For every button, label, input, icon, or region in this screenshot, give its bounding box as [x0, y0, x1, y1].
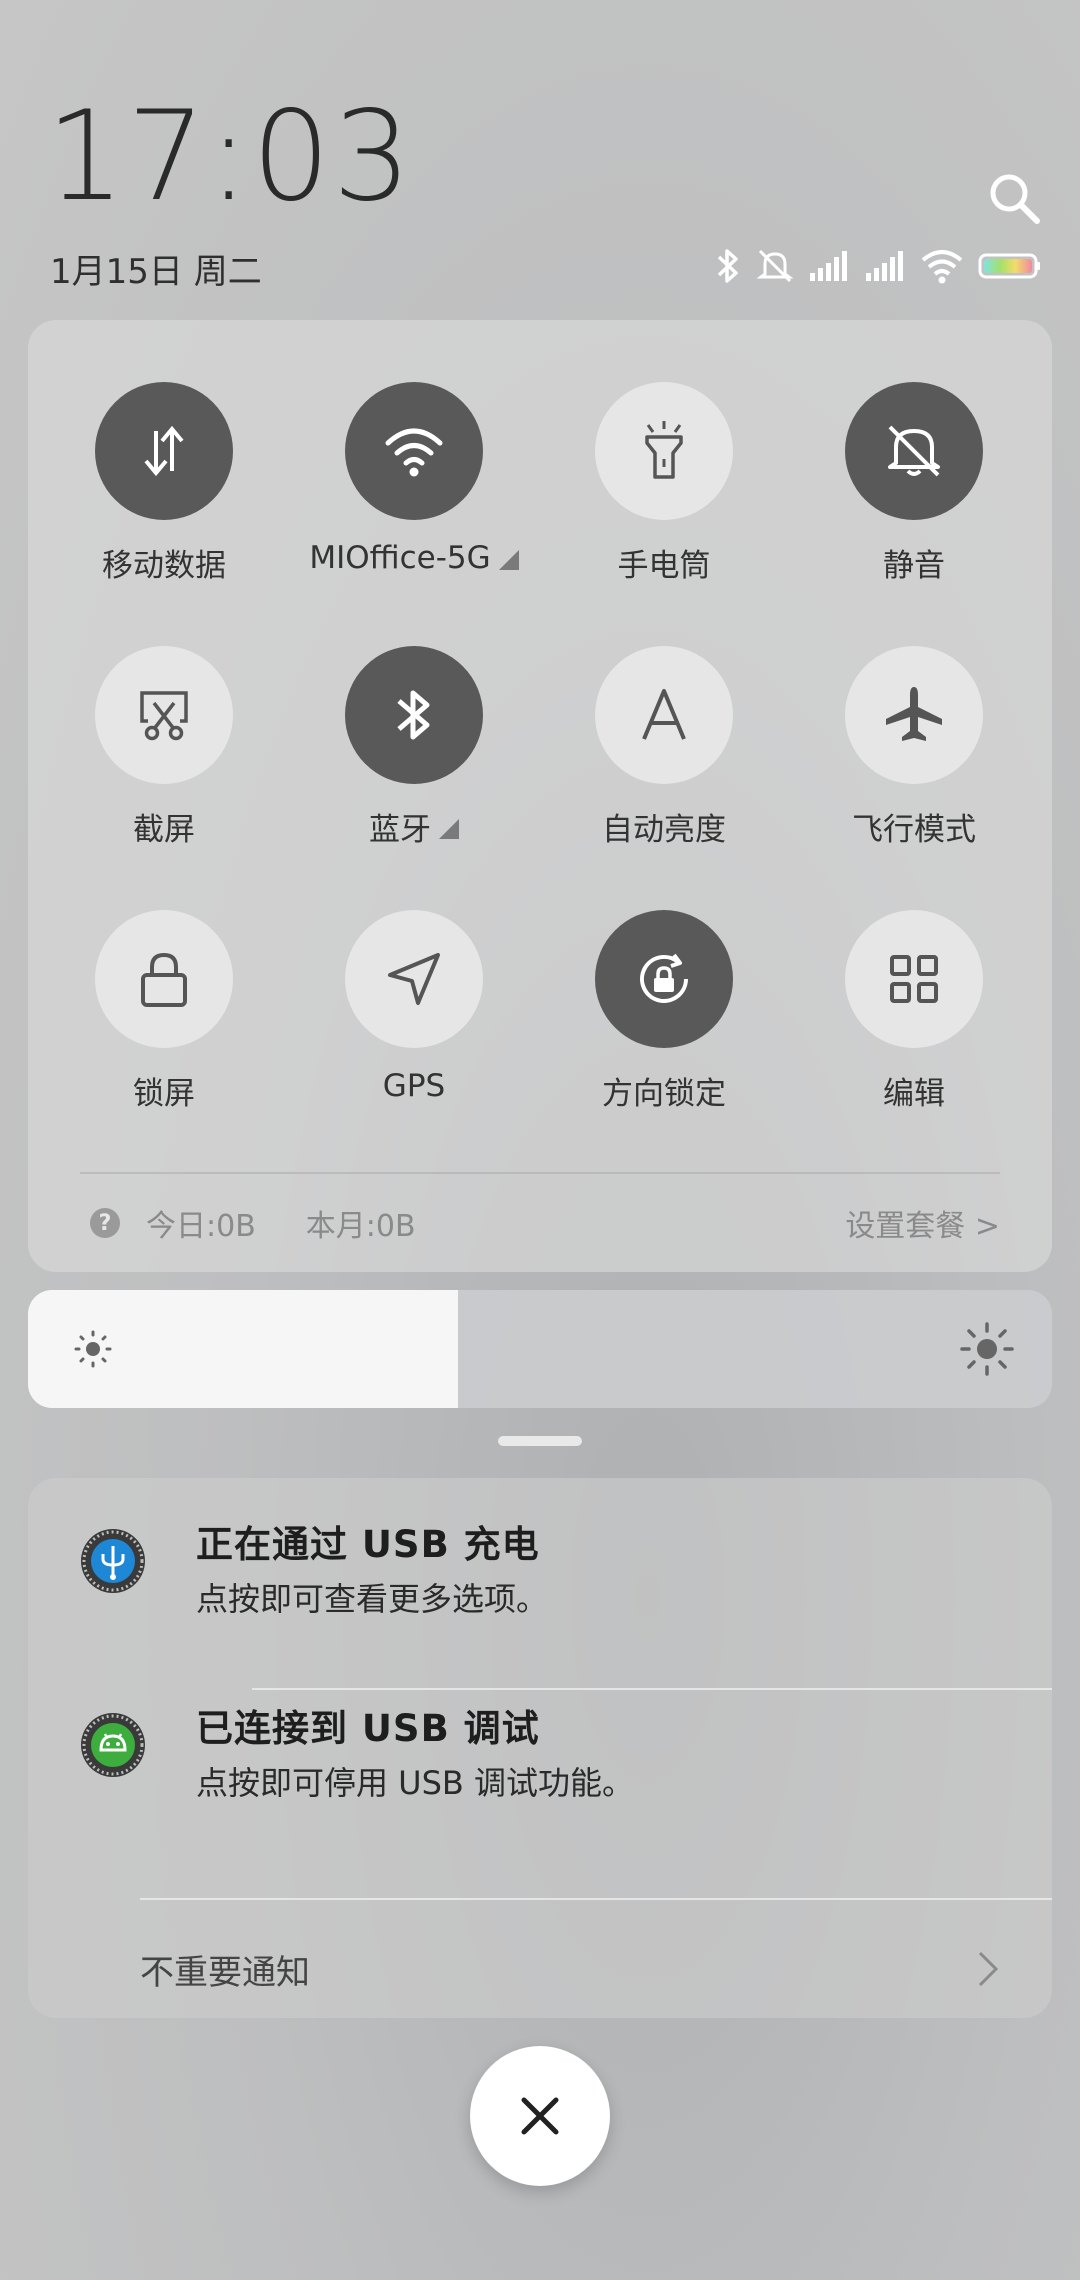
rotation-lock-icon [640, 953, 688, 1003]
help-icon[interactable]: ? [90, 1208, 120, 1238]
tile-wifi[interactable]: MIOffice-5G [304, 382, 524, 612]
tile-button[interactable] [345, 910, 483, 1048]
tile-button[interactable] [845, 382, 983, 520]
quick-settings-panel: 移动数据 MIOffice-5G 手电筒 静音 截屏 蓝牙 自动亮度 飞行模式 … [28, 320, 1052, 1272]
battery-icon [978, 252, 1042, 280]
tile-flashlight[interactable]: 手电筒 [554, 382, 774, 612]
tile-label: 编辑 [883, 1076, 945, 1112]
flashlight-icon [645, 421, 683, 479]
gps-icon [388, 953, 440, 1005]
tile-label: 静音 [883, 548, 945, 584]
signal-sim1-icon [808, 249, 850, 283]
close-icon [521, 2097, 559, 2135]
tile-label: 截屏 [133, 812, 195, 848]
brightness-slider[interactable] [28, 1290, 1052, 1408]
tile-bluetooth[interactable]: 蓝牙 [304, 646, 524, 876]
android-icon [81, 1713, 145, 1777]
tile-label: 飞行模式 [852, 812, 976, 848]
tile-button[interactable] [345, 646, 483, 784]
divider [140, 1898, 1052, 1900]
search-icon [990, 174, 1040, 224]
notification-usb-debugging[interactable]: 已连接到 USB 调试 点按即可停用 USB 调试功能。 [28, 1662, 1052, 1822]
tile-label: 蓝牙 [369, 804, 459, 849]
close-button[interactable] [470, 2046, 610, 2186]
notification-title: 正在通过 USB 充电 [196, 1523, 540, 1566]
tile-label: GPS [382, 1068, 446, 1104]
tile-label: 锁屏 [133, 1076, 195, 1112]
grid-icon [890, 955, 938, 1003]
brightness-low-icon [74, 1330, 112, 1368]
bluetooth-icon [714, 247, 742, 285]
tile-label: 手电筒 [617, 548, 711, 584]
wifi-icon [920, 248, 964, 284]
expand-arrow-icon[interactable] [439, 818, 459, 839]
tile-label: 自动亮度 [602, 812, 726, 848]
tile-edit[interactable]: 编辑 [804, 910, 1024, 1140]
minor-notifications-row[interactable]: 不重要通知 [140, 1938, 1000, 2000]
tile-airplane[interactable]: 飞行模式 [804, 646, 1024, 876]
signal-sim2-icon [864, 249, 906, 283]
notification-title: 已连接到 USB 调试 [196, 1707, 540, 1750]
clock: 17:03 [46, 85, 414, 229]
auto-brightness-icon [642, 689, 686, 740]
expand-arrow-icon[interactable] [498, 550, 519, 570]
tile-button[interactable] [595, 910, 733, 1048]
set-plan-link[interactable]: 设置套餐 > [845, 1201, 1000, 1245]
status-bar [714, 244, 1042, 288]
notification-text: 点按即可停用 USB 调试功能。 [196, 1764, 635, 1802]
screenshot-icon [140, 691, 188, 741]
mute-icon [756, 247, 794, 285]
tile-screenshot[interactable]: 截屏 [54, 646, 274, 876]
mobile-data-icon [144, 425, 184, 477]
tile-label: MIOffice-5G [309, 540, 519, 576]
tile-label: 移动数据 [102, 548, 226, 584]
chevron-right-icon [978, 1951, 999, 1987]
airplane-icon [886, 687, 942, 741]
drag-handle[interactable] [498, 1436, 582, 1446]
notification-panel: 正在通过 USB 充电 点按即可查看更多选项。 已连接到 USB 调试 点按即可… [28, 1478, 1052, 2018]
usb-icon [81, 1529, 145, 1593]
tile-mobile-data[interactable]: 移动数据 [54, 382, 274, 612]
notification-usb-charging[interactable]: 正在通过 USB 充电 点按即可查看更多选项。 [28, 1478, 1052, 1638]
notification-text: 点按即可查看更多选项。 [196, 1580, 549, 1618]
tile-gps[interactable]: GPS [304, 910, 524, 1140]
data-today: 今日:0B [146, 1209, 256, 1244]
brightness-high-icon [960, 1322, 1014, 1376]
tile-lock-screen[interactable]: 锁屏 [54, 910, 274, 1140]
tile-button[interactable] [595, 646, 733, 784]
tile-button[interactable] [845, 910, 983, 1048]
tile-label: 方向锁定 [602, 1076, 726, 1112]
tile-rotation-lock[interactable]: 方向锁定 [554, 910, 774, 1140]
tile-silent[interactable]: 静音 [804, 382, 1024, 612]
bluetooth-icon [397, 690, 430, 740]
wifi-icon [385, 428, 443, 477]
divider [80, 1172, 1000, 1174]
date: 1月15日 周二 [50, 252, 262, 292]
tile-button[interactable] [345, 382, 483, 520]
tile-button[interactable] [95, 382, 233, 520]
minor-notifications-label: 不重要通知 [140, 1952, 310, 1993]
lock-icon [141, 952, 187, 1007]
search-button[interactable] [986, 170, 1042, 226]
data-usage-row[interactable]: ? 今日:0B 本月:0B 设置套餐 > [90, 1196, 1010, 1250]
tile-button[interactable] [845, 646, 983, 784]
tile-button[interactable] [95, 910, 233, 1048]
tile-auto-brightness[interactable]: 自动亮度 [554, 646, 774, 876]
tile-button[interactable] [95, 646, 233, 784]
mute-icon [888, 425, 940, 477]
data-month: 本月:0B [305, 1209, 416, 1244]
tile-button[interactable] [595, 382, 733, 520]
